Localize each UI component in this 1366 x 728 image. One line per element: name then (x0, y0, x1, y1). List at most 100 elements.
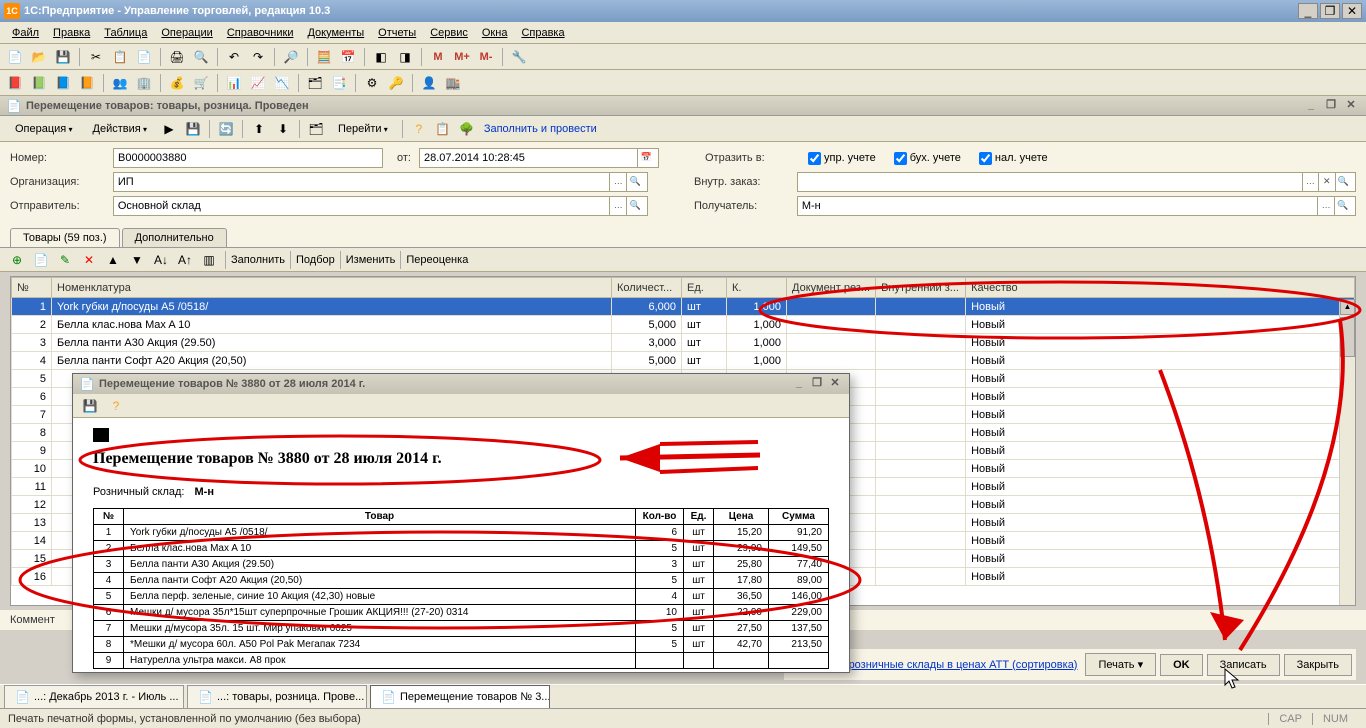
tb-undo-icon[interactable]: ↶ (223, 46, 245, 68)
dt-list-icon[interactable]: 📋 (432, 118, 454, 140)
tb-open-icon[interactable]: 📂 (28, 46, 50, 68)
dt-tree-icon[interactable]: 🌳 (456, 118, 478, 140)
gt-sort-asc-icon[interactable]: A↓ (150, 249, 172, 271)
actions-dropdown[interactable]: Действия (84, 119, 156, 139)
taskbar-item-2[interactable]: 📄...: товары, розница. Прове... (187, 685, 367, 709)
chk-nal[interactable]: нал. учете (979, 152, 1048, 165)
popup-maximize-button[interactable]: ❐ (809, 377, 825, 391)
col-k[interactable]: К. (727, 278, 787, 298)
menu-operations[interactable]: Операции (155, 25, 218, 41)
tb2-12-icon[interactable]: 🗂 (304, 72, 326, 94)
col-name[interactable]: Номенклатура (52, 278, 612, 298)
tb-save-icon[interactable]: 💾 (52, 46, 74, 68)
gt-change-button[interactable]: Изменить (346, 254, 396, 266)
goto-dropdown[interactable]: Перейти (329, 119, 397, 139)
table-row[interactable]: 4Белла панти Софт A20 Акция (20,50)5,000… (12, 352, 1355, 370)
minimize-button[interactable]: _ (1298, 3, 1318, 19)
col-n[interactable]: № (12, 278, 52, 298)
gt-up-icon[interactable]: ▲ (102, 249, 124, 271)
date-field[interactable]: 📅 (419, 148, 659, 168)
tb-paste-icon[interactable]: 📄 (133, 46, 155, 68)
org-select-icon[interactable]: … (609, 173, 626, 191)
tb2-3-icon[interactable]: 📘 (52, 72, 74, 94)
io-open-icon[interactable]: 🔍 (1335, 173, 1351, 191)
tab-extra[interactable]: Дополнительно (122, 228, 227, 247)
table-row[interactable]: 1York губки д/посуды А5 /0518/6,000шт1,0… (12, 298, 1355, 316)
dt-refresh-icon[interactable]: 🔄 (215, 118, 237, 140)
tb-calendar-icon[interactable]: 📅 (337, 46, 359, 68)
tb2-5-icon[interactable]: 👥 (109, 72, 131, 94)
tb-cut-icon[interactable]: ✂ (85, 46, 107, 68)
grid-scrollbar[interactable]: ▲ (1339, 299, 1355, 605)
scroll-up-icon[interactable]: ▲ (1340, 299, 1355, 315)
number-field[interactable] (113, 148, 383, 168)
tb2-6-icon[interactable]: 🏢 (133, 72, 155, 94)
internal-order-field[interactable]: … ✕ 🔍 (797, 172, 1356, 192)
table-row[interactable]: 3Белла панти A30 Акция (29.50)3,000шт1,0… (12, 334, 1355, 352)
mdi-close-button[interactable]: ✕ (1342, 99, 1360, 113)
tb-misc1-icon[interactable]: ◧ (370, 46, 392, 68)
tb-copy-icon[interactable]: 📋 (109, 46, 131, 68)
menu-help[interactable]: Справка (515, 25, 570, 41)
menu-windows[interactable]: Окна (476, 25, 514, 41)
popup-save-icon[interactable]: 💾 (79, 395, 101, 417)
tb-find-icon[interactable]: 🔎 (280, 46, 302, 68)
gt-select-button[interactable]: Подбор (296, 254, 335, 266)
dt-up-icon[interactable]: ⬆ (248, 118, 270, 140)
tb2-13-icon[interactable]: 📑 (328, 72, 350, 94)
ok-button[interactable]: OK (1160, 654, 1203, 676)
mdi-restore-button[interactable]: ❐ (1322, 99, 1340, 113)
tb-calc-icon[interactable]: 🧮 (313, 46, 335, 68)
tb-redo-icon[interactable]: ↷ (247, 46, 269, 68)
tb-new-icon[interactable]: 📄 (4, 46, 26, 68)
dt-down-icon[interactable]: ⬇ (272, 118, 294, 140)
dt-post-icon[interactable]: ▶ (158, 118, 180, 140)
sender-open-icon[interactable]: 🔍 (626, 197, 643, 215)
save-button[interactable]: Записать (1207, 654, 1280, 676)
gt-sort-desc-icon[interactable]: A↑ (174, 249, 196, 271)
io-select-icon[interactable]: … (1302, 173, 1318, 191)
gt-barcode-icon[interactable]: ▥ (198, 249, 220, 271)
tb-preview-icon[interactable]: 🔍 (190, 46, 212, 68)
calendar-icon[interactable]: 📅 (637, 149, 654, 167)
tb2-1-icon[interactable]: 📕 (4, 72, 26, 94)
col-qty[interactable]: Количест... (612, 278, 682, 298)
taskbar-item-3[interactable]: 📄Перемещение товаров № 3... (370, 685, 550, 709)
mdi-minimize-button[interactable]: _ (1302, 99, 1320, 113)
tb-m-icon[interactable]: M (427, 46, 449, 68)
gt-add-icon[interactable]: ⊕ (6, 249, 28, 271)
col-docres[interactable]: Документ рез... (787, 278, 876, 298)
chk-buh[interactable]: бух. учете (894, 152, 961, 165)
col-unit[interactable]: Ед. (682, 278, 727, 298)
popup-titlebar[interactable]: 📄 Перемещение товаров № 3880 от 28 июля … (73, 374, 849, 394)
popup-close-button[interactable]: ✕ (827, 377, 843, 391)
col-intord[interactable]: Внутренний з... (876, 278, 966, 298)
gt-edit-icon[interactable]: ✎ (54, 249, 76, 271)
fill-and-post-link[interactable]: Заполнить и провести (480, 120, 601, 138)
tb2-16-icon[interactable]: 👤 (418, 72, 440, 94)
tb2-17-icon[interactable]: 🏬 (442, 72, 464, 94)
receiver-select-icon[interactable]: … (1317, 197, 1334, 215)
menu-table[interactable]: Таблица (98, 25, 153, 41)
menu-reports[interactable]: Отчеты (372, 25, 422, 41)
print-button[interactable]: Печать ▾ (1085, 653, 1156, 676)
tb-mplus-icon[interactable]: M+ (451, 46, 473, 68)
gt-down-icon[interactable]: ▼ (126, 249, 148, 271)
tb2-2-icon[interactable]: 📗 (28, 72, 50, 94)
gt-fill-dropdown[interactable]: Заполнить (231, 254, 285, 266)
tb2-14-icon[interactable]: ⚙ (361, 72, 383, 94)
io-clear-icon[interactable]: ✕ (1318, 173, 1334, 191)
receiver-field[interactable]: … 🔍 (797, 196, 1356, 216)
tb-tools-icon[interactable]: 🔧 (508, 46, 530, 68)
tab-goods[interactable]: Товары (59 поз.) (10, 228, 120, 247)
menu-edit[interactable]: Правка (47, 25, 96, 41)
col-quality[interactable]: Качество (966, 278, 1355, 298)
org-open-icon[interactable]: 🔍 (626, 173, 643, 191)
tb-print-icon[interactable]: 🖨 (166, 46, 188, 68)
tb2-11-icon[interactable]: 📉 (271, 72, 293, 94)
tb-mminus-icon[interactable]: M- (475, 46, 497, 68)
tb2-9-icon[interactable]: 📊 (223, 72, 245, 94)
close-button-form[interactable]: Закрыть (1284, 654, 1352, 676)
tb-misc2-icon[interactable]: ◨ (394, 46, 416, 68)
dt-help-icon[interactable]: ? (408, 118, 430, 140)
